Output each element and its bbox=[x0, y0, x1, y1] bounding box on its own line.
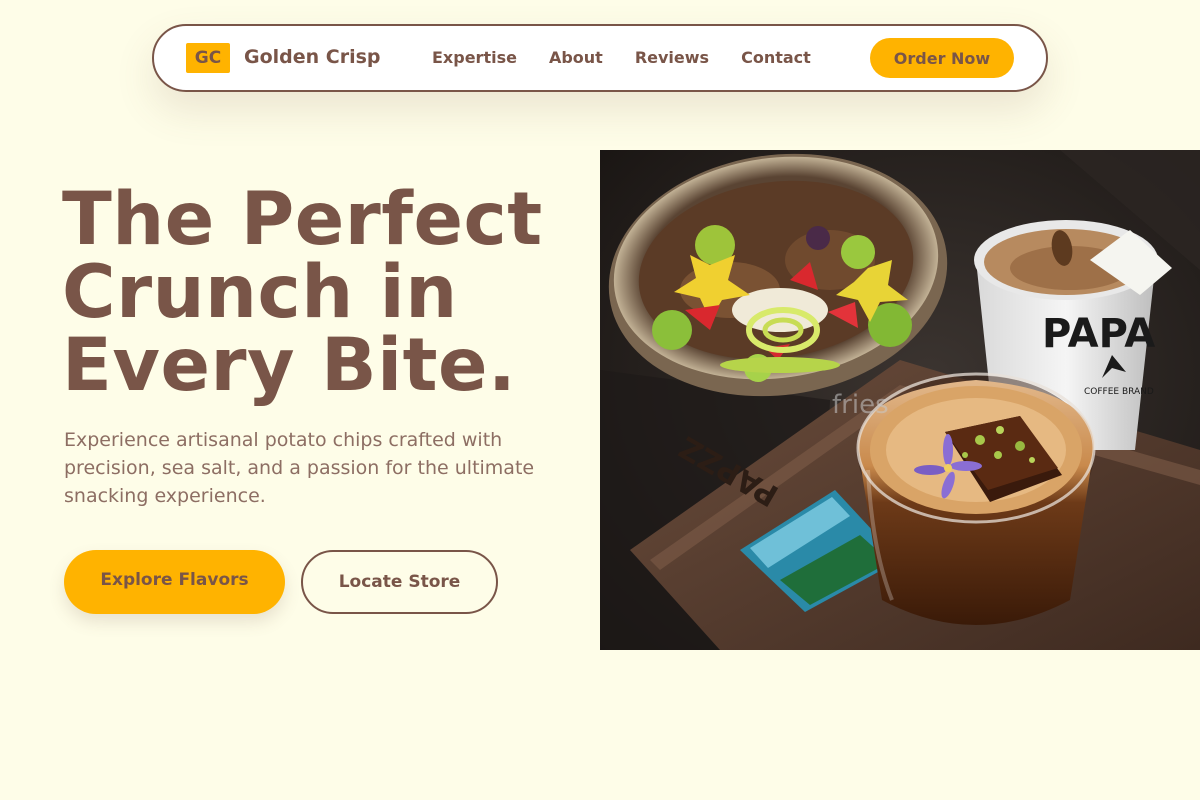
nav-link-expertise[interactable]: Expertise bbox=[432, 48, 517, 67]
navbar: GC Golden Crisp Expertise About Reviews … bbox=[152, 24, 1048, 92]
cup-subtext: COFFEE BRAND bbox=[1084, 387, 1154, 397]
nav-link-reviews[interactable]: Reviews bbox=[635, 48, 709, 67]
hero-photo-illustration: PAPZZ PAPA COFFEE BRAND bbox=[600, 150, 1200, 650]
headline-line-3: Every Bite. bbox=[62, 323, 517, 408]
brand-name[interactable]: Golden Crisp bbox=[244, 46, 381, 68]
hero-headline: The Perfect Crunch in Every Bite. bbox=[62, 183, 582, 402]
explore-flavors-button[interactable]: Explore Flavors bbox=[64, 550, 285, 614]
nav-links: Expertise About Reviews Contact bbox=[432, 48, 811, 67]
hero-subhead: Experience artisanal potato chips crafte… bbox=[64, 429, 535, 507]
nav-link-about[interactable]: About bbox=[549, 48, 603, 67]
locate-store-button[interactable]: Locate Store bbox=[301, 550, 498, 614]
cup-brand-text: PAPA bbox=[1042, 311, 1155, 357]
order-now-button[interactable]: Order Now bbox=[870, 38, 1014, 78]
logo-badge[interactable]: GC bbox=[186, 43, 230, 73]
nav-link-contact[interactable]: Contact bbox=[741, 48, 811, 67]
hero-image: PAPZZ PAPA COFFEE BRAND bbox=[600, 150, 1200, 650]
